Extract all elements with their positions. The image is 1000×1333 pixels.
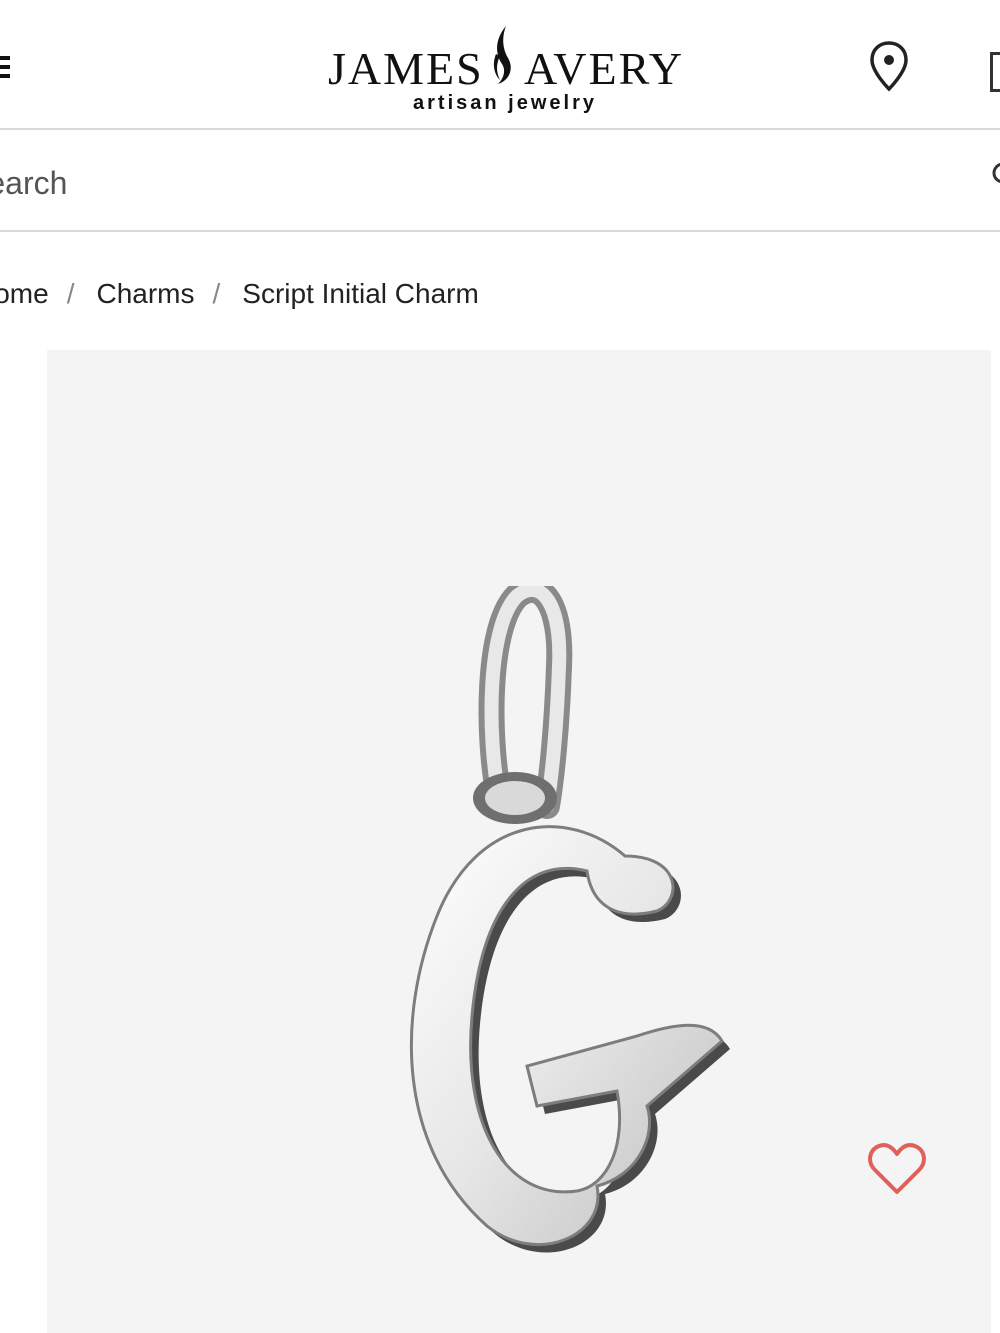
script-initial-charm-image [409,586,730,1253]
heart-icon[interactable] [867,1140,927,1196]
breadcrumb-home[interactable]: Home [0,278,49,310]
search-icon[interactable] [990,160,1000,190]
map-pin-icon[interactable] [868,40,910,92]
search-bar [0,134,1000,232]
logo-tagline: artisan jewelry [413,92,597,114]
hamburger-menu-icon[interactable] [0,56,12,82]
breadcrumb-separator: / [66,278,75,309]
breadcrumb: Home / Charms / Script Initial Charm [0,274,479,314]
brand-logo[interactable]: JAMES AVERY artisan jewelry [320,22,690,122]
logo-word-right: AVERY [524,43,684,94]
search-input[interactable] [0,154,968,212]
product-image[interactable] [47,350,991,1333]
site-header: JAMES AVERY artisan jewelry [0,0,1000,130]
breadcrumb-separator: / [212,278,221,309]
breadcrumb-charms[interactable]: Charms [96,278,194,310]
logo-word-left: JAMES [328,43,484,94]
breadcrumb-current: Script Initial Charm [242,278,479,309]
cart-icon[interactable] [990,52,1000,92]
flame-logo-icon [493,26,511,84]
